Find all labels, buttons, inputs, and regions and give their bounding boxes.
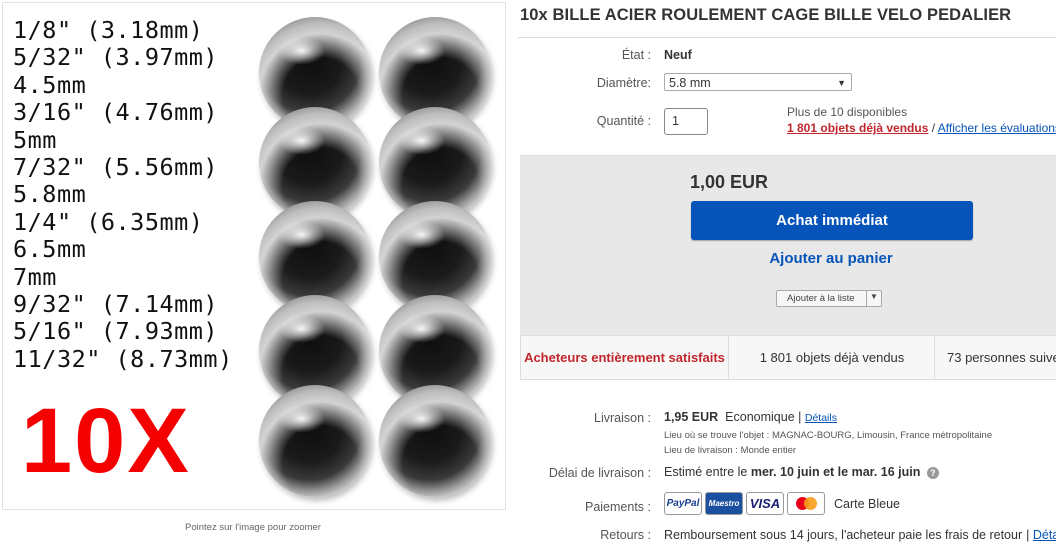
size-option-text: 6.5mm xyxy=(13,235,87,264)
returns-separator: | xyxy=(1026,528,1030,542)
size-option-text: 5mm xyxy=(13,125,57,154)
size-option-text: 5/32" (3.97mm) xyxy=(13,43,219,72)
size-option-text: 3/16" (4.76mm) xyxy=(13,98,219,127)
item-location: Lieu où se trouve l'objet : MAGNAC-BOURG… xyxy=(664,430,993,441)
diameter-selected: 5.8 mm xyxy=(669,76,711,90)
sold-count-text: 1 801 objets déjà vendus xyxy=(728,336,935,379)
size-option-text: 5.8mm xyxy=(13,180,87,209)
delivery-time-label: Délai de livraison : xyxy=(548,466,651,480)
trust-bar: Acheteurs entièrement satisfaits 1 801 o… xyxy=(520,335,1056,380)
payments-label: Paiements : xyxy=(584,500,651,514)
carte-bleue-text: Carte Bleue xyxy=(834,496,901,511)
paypal-icon: PayPal xyxy=(664,492,702,515)
maestro-icon: Maestro xyxy=(705,492,743,515)
size-option-text: 11/32" (8.73mm) xyxy=(13,344,233,373)
size-option-text: 1/4" (6.35mm) xyxy=(13,207,204,236)
help-icon[interactable]: ? xyxy=(926,466,939,479)
shipping-info: 1,95 EUR Economique | Détails xyxy=(664,410,837,424)
returns-label: Retours : xyxy=(600,528,651,542)
steel-ball-image xyxy=(379,385,491,497)
size-option-text: 5/16" (7.93mm) xyxy=(13,317,219,346)
shipping-details-link[interactable]: Détails xyxy=(805,412,837,424)
add-to-watchlist-button[interactable]: Ajouter à la liste ▼ xyxy=(776,290,882,307)
returns-text: Remboursement sous 14 jours, l'acheteur … xyxy=(664,528,1023,542)
sold-line: 1 801 objets déjà vendus / Afficher les … xyxy=(787,121,1056,135)
add-to-cart-button[interactable]: Ajouter au panier xyxy=(691,250,971,267)
condition-value: Neuf xyxy=(664,48,692,62)
payment-methods: PayPal Maestro VISA Carte Bleue xyxy=(664,491,900,516)
product-image[interactable]: 1/8" (3.18mm) 5/32" (3.97mm) 4.5mm 3/16" (4… xyxy=(2,2,506,510)
buy-now-button[interactable]: Achat immédiat xyxy=(691,201,973,240)
delivery-prefix: Estimé entre le xyxy=(664,465,751,479)
shipping-method: Economique xyxy=(725,410,795,424)
item-title: 10x BILLE ACIER ROULEMENT CAGE BILLE VEL… xyxy=(520,6,1012,24)
availability-text: Plus de 10 disponibles xyxy=(787,105,908,119)
delivery-estimate: Estimé entre le mer. 10 juin et le mar. … xyxy=(664,465,939,479)
returns-details-link[interactable]: Détails xyxy=(1033,528,1056,542)
shipping-label: Livraison : xyxy=(594,411,651,425)
steel-ball-image xyxy=(259,385,371,497)
watchlist-label: Ajouter à la liste xyxy=(787,293,855,304)
returns-policy: Remboursement sous 14 jours, l'acheteur … xyxy=(664,528,1056,542)
sold-count-link[interactable]: 1 801 objets déjà vendus xyxy=(787,121,928,135)
dropdown-arrow-icon: ▼ xyxy=(837,78,846,88)
reviews-link[interactable]: Afficher les évaluations xyxy=(938,121,1056,135)
quantity-label-image: 10X xyxy=(21,390,191,492)
satisfied-buyers-badge: Acheteurs entièrement satisfaits xyxy=(524,349,725,365)
quantity-input[interactable]: 1 xyxy=(664,108,708,135)
size-option-text: 7mm xyxy=(13,262,57,291)
size-option-text: 1/8" (3.18mm) xyxy=(13,16,204,44)
divider xyxy=(518,37,1056,38)
visa-icon: VISA xyxy=(746,492,784,515)
divider xyxy=(866,291,867,306)
quantity-label: Quantité : xyxy=(596,114,651,128)
diameter-select[interactable]: 5.8 mm ▼ xyxy=(664,73,852,91)
sold-separator: / xyxy=(928,121,938,135)
item-price: 1,00 EUR xyxy=(690,172,769,192)
shipping-price: 1,95 EUR xyxy=(664,410,719,424)
buy-box xyxy=(520,155,1056,336)
delivery-place: Lieu de livraison : Monde entier xyxy=(664,445,797,456)
chevron-down-icon[interactable]: ▼ xyxy=(870,292,878,301)
diameter-label: Diamètre: xyxy=(596,76,651,90)
size-option-text: 4.5mm xyxy=(13,70,87,99)
watchers-count-text: 73 personnes suivent xyxy=(934,336,1056,379)
size-option-text: 7/32" (5.56mm) xyxy=(13,153,219,182)
delivery-dates: mer. 10 juin et le mar. 16 juin xyxy=(750,465,921,479)
size-option-text: 9/32" (7.14mm) xyxy=(13,290,219,319)
zoom-hint: Pointez sur l'image pour zoomer xyxy=(185,522,321,533)
mastercard-icon xyxy=(787,492,825,515)
size-list: 1/8" (3.18mm) 5/32" (3.97mm) 4.5mm 3/16" (4… xyxy=(13,16,233,373)
condition-label: État : xyxy=(621,48,651,62)
